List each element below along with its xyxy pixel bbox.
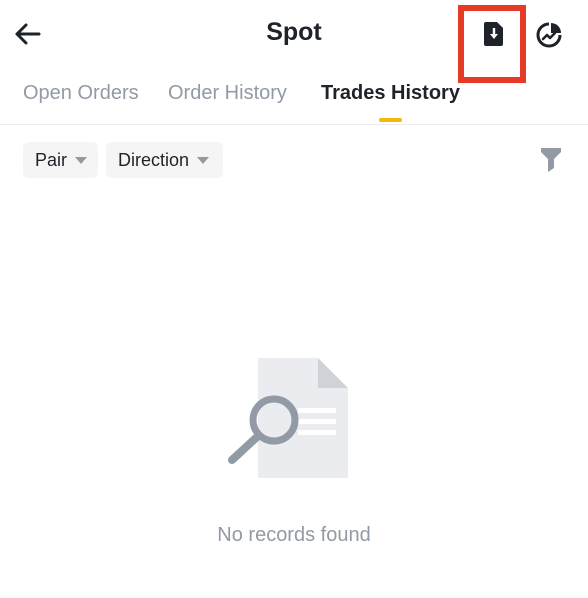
caret-down-icon	[75, 156, 88, 164]
pair-filter-label: Pair	[35, 149, 68, 170]
tab-open-orders[interactable]: Open Orders	[23, 82, 139, 105]
header: Spot	[0, 0, 588, 83]
direction-filter-dropdown[interactable]: Direction	[106, 142, 223, 178]
arrow-left-icon	[15, 23, 41, 45]
empty-state-message: No records found	[217, 524, 371, 546]
download-button[interactable]	[478, 18, 510, 50]
chart-button[interactable]	[532, 18, 566, 52]
caret-down-icon	[197, 156, 210, 164]
order-tabs: Open Orders Order History Trades History	[0, 82, 588, 124]
tab-order-history[interactable]: Order History	[168, 82, 287, 105]
download-file-icon	[484, 22, 503, 46]
tab-trades-history[interactable]: Trades History	[321, 82, 460, 105]
direction-filter-label: Direction	[118, 149, 190, 170]
spot-orders-page: Spot Open Orders Order History Trades Hi…	[0, 0, 588, 598]
document-search-icon	[228, 358, 348, 478]
pie-chart-icon	[536, 22, 562, 48]
funnel-icon	[541, 148, 561, 172]
pair-filter-dropdown[interactable]: Pair	[23, 142, 98, 178]
filter-button[interactable]	[538, 146, 564, 174]
empty-state-illustration	[226, 356, 352, 482]
active-tab-indicator	[379, 118, 402, 122]
divider	[0, 124, 588, 125]
back-button[interactable]	[12, 18, 44, 50]
